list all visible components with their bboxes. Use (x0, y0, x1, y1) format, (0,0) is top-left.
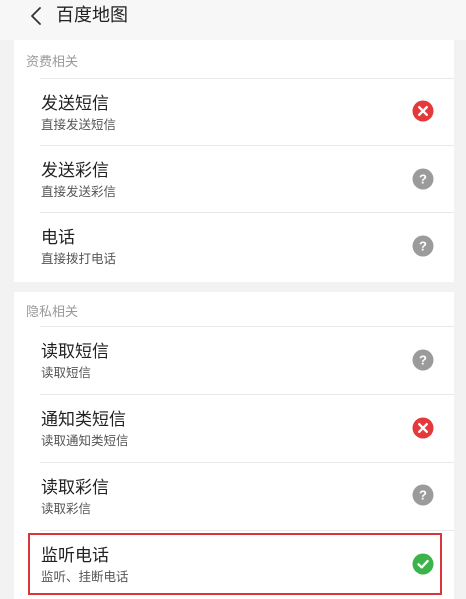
permission-row-send-mms[interactable]: 发送彩信 直接发送彩信 ? (14, 146, 454, 212)
question-circle-icon: ? (412, 168, 434, 190)
check-circle-icon (412, 553, 434, 575)
permission-title: 通知类短信 (41, 410, 126, 430)
back-button[interactable] (24, 4, 48, 28)
question-circle-icon: ? (412, 484, 434, 506)
permission-title: 电话 (41, 228, 75, 248)
permission-title: 发送彩信 (41, 161, 109, 181)
permission-subtitle: 直接发送短信 (41, 117, 117, 132)
question-circle-icon: ? (412, 349, 434, 371)
question-circle-icon: ? (412, 235, 434, 257)
svg-text:?: ? (419, 353, 427, 368)
permission-row-phone[interactable]: 电话 直接拨打电话 ? (14, 213, 454, 279)
close-circle-icon (412, 100, 434, 122)
page-title: 百度地图 (56, 5, 128, 26)
svg-text:?: ? (419, 239, 427, 254)
permission-title: 读取彩信 (41, 478, 109, 498)
permission-subtitle: 读取通知类短信 (41, 433, 129, 448)
permission-subtitle: 读取短信 (41, 365, 92, 380)
permission-title: 发送短信 (41, 94, 109, 114)
title-bar: 百度地图 (0, 0, 466, 40)
permission-subtitle: 监听、挂断电话 (41, 569, 129, 584)
app-permissions-page: 百度地图 资费相关 发送短信 直接发送短信 发送彩信 直接发送彩信 ? 电话 直… (0, 0, 466, 599)
permission-row-notification-sms[interactable]: 通知类短信 读取通知类短信 (14, 395, 454, 461)
permission-subtitle: 读取彩信 (41, 501, 92, 516)
section-label-fees: 资费相关 (26, 55, 79, 70)
permission-subtitle: 直接发送彩信 (41, 184, 117, 199)
permission-row-read-mms[interactable]: 读取彩信 读取彩信 ? (14, 463, 454, 529)
permission-row-send-sms[interactable]: 发送短信 直接发送短信 (14, 79, 454, 145)
permission-row-monitor-calls[interactable]: 监听电话 监听、挂断电话 (14, 531, 454, 597)
chevron-left-icon (31, 7, 41, 25)
permission-title: 读取短信 (41, 342, 109, 362)
permission-title: 监听电话 (41, 546, 109, 566)
close-circle-icon (412, 417, 434, 439)
section-label-privacy: 隐私相关 (26, 305, 79, 320)
svg-text:?: ? (419, 172, 427, 187)
permission-subtitle: 直接拨打电话 (41, 251, 117, 266)
svg-text:?: ? (419, 488, 427, 503)
permission-row-read-sms[interactable]: 读取短信 读取短信 ? (14, 327, 454, 393)
